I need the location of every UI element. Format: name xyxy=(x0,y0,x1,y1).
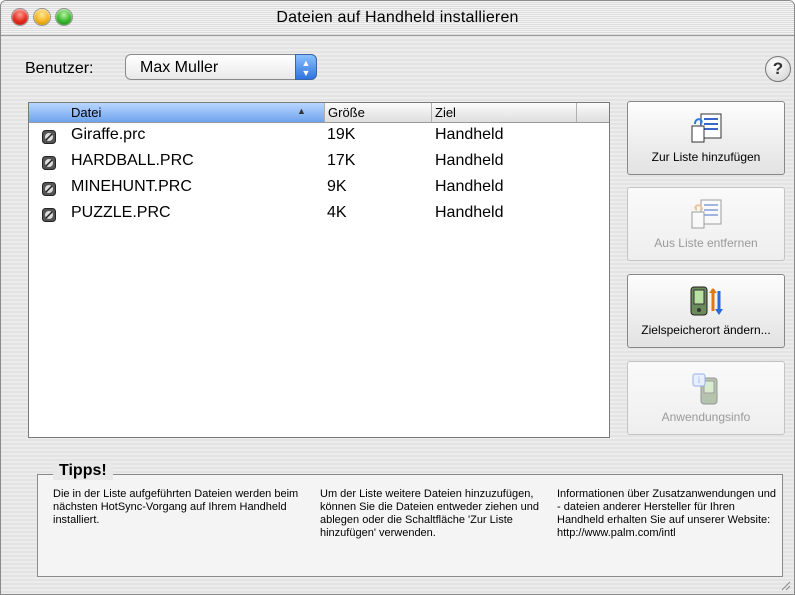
column-header-name[interactable]: Datei xyxy=(29,103,325,122)
tip-text-installed: Die in der Liste aufgeführten Dateien we… xyxy=(53,488,299,526)
application-info-label: Anwendungsinfo xyxy=(661,410,751,424)
updown-arrows-icon: ▲ ▼ xyxy=(295,54,317,80)
remove-from-list-label: Aus Liste entfernen xyxy=(654,236,758,250)
tips-panel: Die in der Liste aufgeführten Dateien we… xyxy=(37,474,783,577)
file-name: Giraffe.prc xyxy=(71,126,146,143)
file-destination: Handheld xyxy=(435,204,504,221)
file-list[interactable]: Datei ▲ Größe Ziel Giraffe.prc 19K Handh… xyxy=(28,102,610,438)
file-row[interactable]: PUZZLE.PRC 4K Handheld xyxy=(29,202,609,228)
install-window: Dateien auf Handheld installieren Benutz… xyxy=(0,0,795,595)
resize-grip-icon[interactable] xyxy=(779,579,791,591)
palm-app-file-icon xyxy=(42,130,56,144)
add-to-list-label: Zur Liste hinzufügen xyxy=(651,150,761,164)
palm-app-file-icon xyxy=(42,208,56,222)
sort-ascending-icon: ▲ xyxy=(297,106,306,116)
add-to-list-button[interactable]: Zur Liste hinzufügen xyxy=(627,101,785,175)
file-row[interactable]: Giraffe.prc 19K Handheld xyxy=(29,124,609,150)
file-row[interactable]: MINEHUNT.PRC 9K Handheld xyxy=(29,176,609,202)
file-size: 4K xyxy=(327,204,347,221)
remove-from-list-button[interactable]: Aus Liste entfernen xyxy=(627,187,785,261)
column-header-destination[interactable]: Ziel xyxy=(432,103,577,122)
remove-from-list-icon xyxy=(691,199,722,229)
change-destination-label: Zielspeicherort ändern... xyxy=(641,323,771,337)
file-row[interactable]: HARDBALL.PRC 17K Handheld xyxy=(29,150,609,176)
palm-app-file-icon xyxy=(42,182,56,196)
file-destination: Handheld xyxy=(435,126,504,143)
user-label: Benutzer: xyxy=(25,60,94,77)
change-destination-icon xyxy=(690,286,723,316)
title-bar[interactable]: Dateien auf Handheld installieren xyxy=(1,1,794,36)
file-size: 9K xyxy=(327,178,347,195)
tips-title: Tipps! xyxy=(53,462,113,480)
application-info-icon: i xyxy=(692,373,718,405)
change-destination-button[interactable]: Zielspeicherort ändern... xyxy=(627,274,785,348)
tip-text-add-files: Um der Liste weitere Dateien hinzuzufüge… xyxy=(320,488,539,539)
file-destination: Handheld xyxy=(435,178,504,195)
file-destination: Handheld xyxy=(435,152,504,169)
file-name: MINEHUNT.PRC xyxy=(71,178,192,195)
column-header-size[interactable]: Größe xyxy=(325,103,432,122)
column-header-filler xyxy=(577,103,609,122)
file-name: HARDBALL.PRC xyxy=(71,152,194,169)
file-size: 17K xyxy=(327,152,356,169)
file-name: PUZZLE.PRC xyxy=(71,204,171,221)
palm-app-file-icon xyxy=(42,156,56,170)
user-select[interactable]: Max Muller ▲ ▼ xyxy=(125,54,317,80)
application-info-button[interactable]: i Anwendungsinfo xyxy=(627,361,785,435)
add-to-list-icon xyxy=(691,113,722,143)
help-button[interactable]: ? xyxy=(765,56,791,82)
user-select-value: Max Muller xyxy=(140,59,219,76)
window-title: Dateien auf Handheld installieren xyxy=(276,9,519,26)
file-list-header: Datei ▲ Größe Ziel xyxy=(29,103,609,123)
file-size: 19K xyxy=(327,126,356,143)
tip-text-website: Informationen über Zusatzanwendungen und… xyxy=(557,488,776,539)
